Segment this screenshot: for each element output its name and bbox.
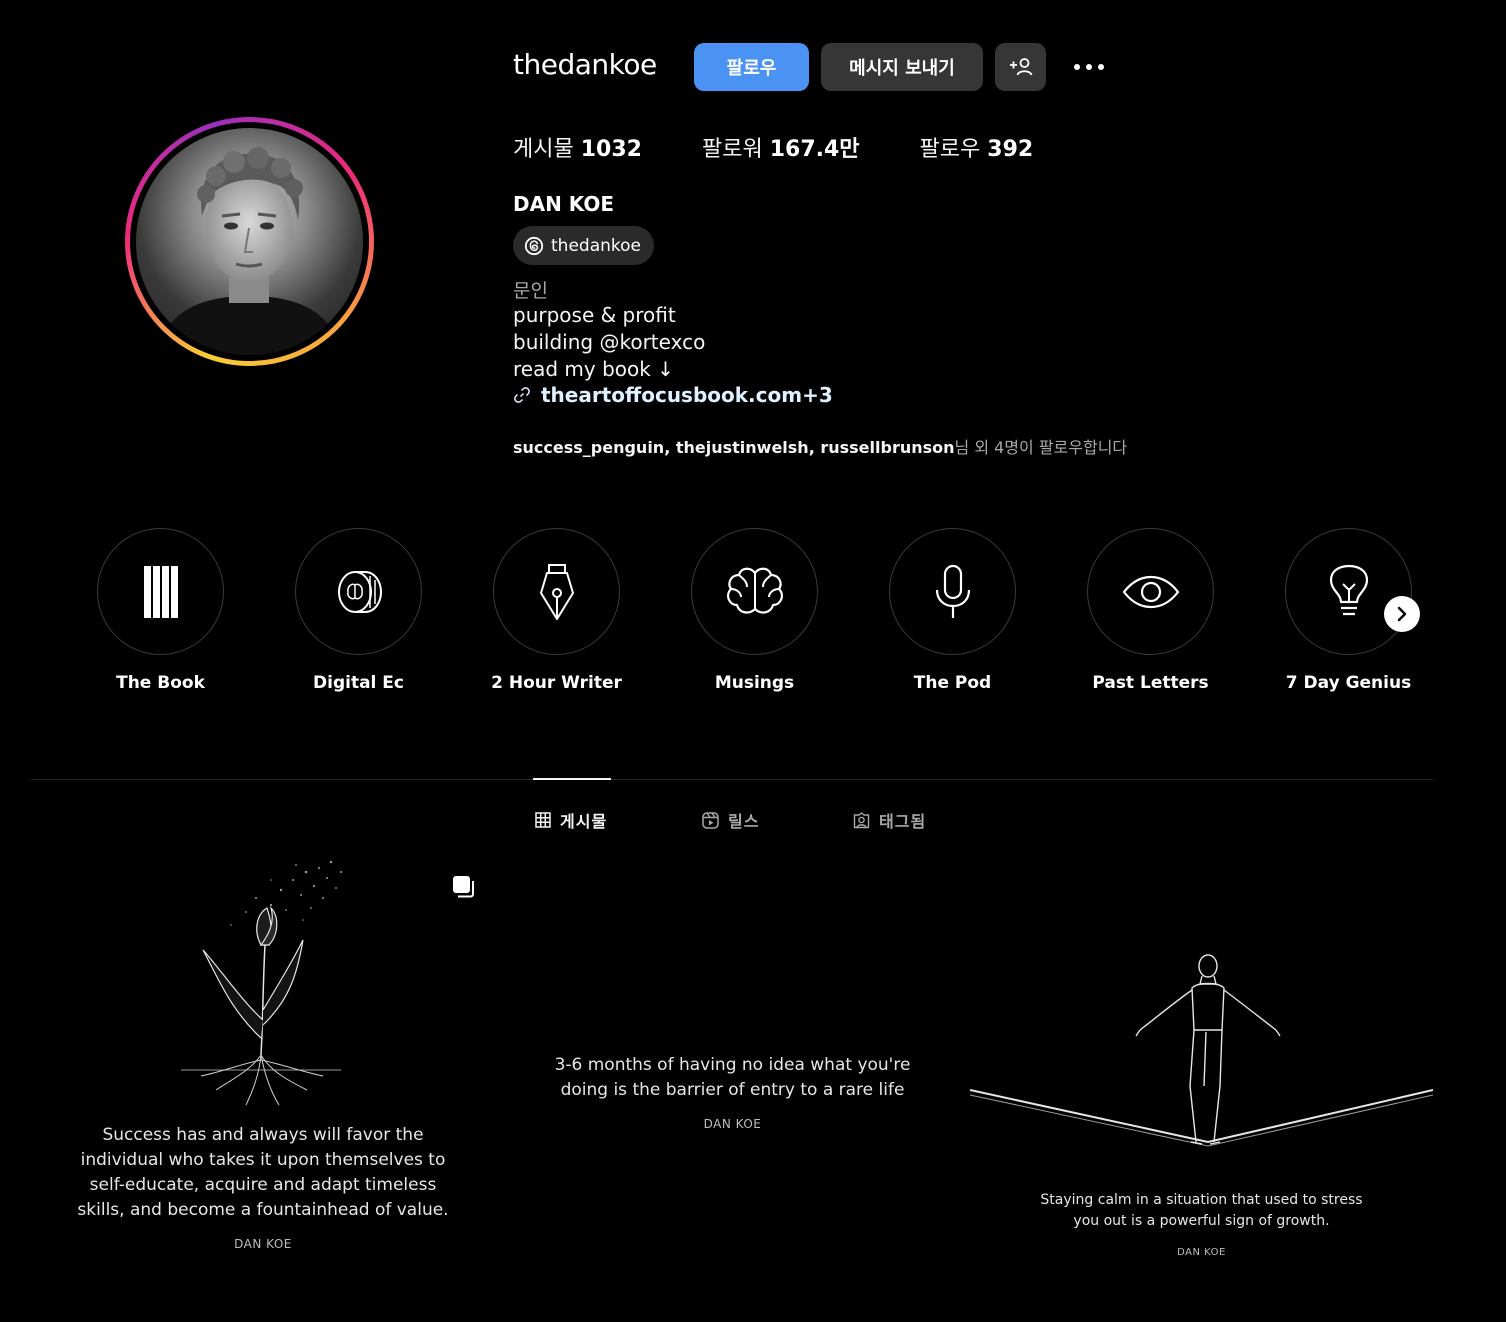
post-image-tulip: [181, 860, 342, 1106]
avatar: [136, 128, 363, 355]
bio-line: read my book ↓: [513, 357, 674, 381]
avatar-story-ring[interactable]: [125, 117, 374, 366]
microphone-icon: [935, 564, 970, 618]
bio-line: purpose & profit: [513, 303, 676, 327]
post-author: DAN KOE: [703, 1117, 762, 1131]
threads-badge[interactable]: thedankoe: [513, 226, 654, 265]
post-quote: Staying calm in a situation that used to…: [1040, 1192, 1363, 1229]
threads-icon: [524, 236, 544, 255]
threads-handle: thedankoe: [551, 235, 641, 256]
highlights-next-button[interactable]: [1384, 596, 1420, 632]
profile-username: thedankoe: [513, 48, 657, 81]
eye-icon: [1122, 575, 1179, 608]
more-options-button[interactable]: [1066, 50, 1112, 84]
active-tab-indicator: [533, 778, 611, 780]
profile-stats: 게시물 1032 팔로워 167.4만 팔로우 392: [513, 131, 1093, 163]
suggested-users-button[interactable]: [995, 43, 1046, 91]
book-bars-icon: [143, 565, 178, 618]
following-count[interactable]: 팔로우 392: [920, 131, 1034, 163]
highlight-digital-ec[interactable]: Digital Ec: [295, 528, 422, 693]
pen-nib-icon: [539, 563, 574, 620]
post-tile[interactable]: Staying calm in a situation that used to…: [970, 850, 1433, 1322]
highlight-7-day-genius[interactable]: 7 Day Genius: [1285, 528, 1412, 693]
profile-full-name: DAN KOE: [513, 192, 615, 216]
bio-external-link[interactable]: theartoffocusbook.com+3: [513, 383, 833, 407]
profile-photo: [156, 147, 343, 355]
highlight-past-letters[interactable]: Past Letters: [1087, 528, 1214, 693]
link-icon: [514, 387, 530, 403]
tab-reels[interactable]: 릴스: [702, 808, 759, 832]
post-tile[interactable]: Success has and always will favor the in…: [31, 850, 495, 1322]
posts-count: 게시물 1032: [513, 137, 642, 162]
post-author: DAN KOE: [1177, 1247, 1226, 1258]
mutual-followers-names: success_penguin, thejustinwelsh, russell…: [513, 438, 955, 457]
mutual-followers[interactable]: success_penguin, thejustinwelsh, russell…: [513, 434, 1127, 458]
bio-link-text: theartoffocusbook.com+3: [541, 383, 833, 407]
chevron-right-icon: [1397, 606, 1407, 622]
reels-icon: [702, 811, 719, 829]
highlight-musings[interactable]: Musings: [691, 528, 818, 693]
more-dots-icon: [1074, 64, 1104, 70]
carousel-icon: [453, 876, 474, 898]
brain-icon: [726, 567, 783, 614]
profile-bio: purpose & profit building @kortexco read…: [513, 302, 705, 383]
tagged-icon: [853, 811, 870, 828]
follow-button[interactable]: 팔로우: [694, 43, 809, 91]
highlight-2-hour-writer[interactable]: 2 Hour Writer: [491, 528, 622, 693]
post-quote: Success has and always will favor the in…: [77, 1125, 449, 1220]
message-button[interactable]: 메시지 보내기: [821, 43, 983, 91]
mutual-followers-suffix: 님 외 4명이 팔로우합니다: [954, 438, 1128, 457]
highlight-the-book[interactable]: The Book: [97, 528, 224, 693]
tab-tagged[interactable]: 태그됨: [853, 808, 926, 832]
bio-line: building @kortexco: [513, 330, 706, 354]
post-image-tightrope-walker: [970, 954, 1433, 1147]
highlight-the-pod[interactable]: The Pod: [889, 528, 1016, 693]
post-tile[interactable]: 3-6 months of having no idea what you're…: [500, 850, 965, 1322]
grid-icon: [535, 812, 551, 828]
post-quote: 3-6 months of having no idea what you're…: [554, 1055, 911, 1100]
followers-count[interactable]: 팔로워 167.4만: [702, 131, 860, 163]
profile-category: 문인: [513, 280, 548, 302]
post-author: DAN KOE: [234, 1237, 292, 1251]
lightbulb-icon: [1329, 564, 1368, 615]
tab-posts[interactable]: 게시물: [535, 808, 607, 832]
coin-brain-icon: [337, 570, 382, 613]
tabs-divider: [31, 779, 1433, 780]
add-user-icon: [1009, 58, 1032, 76]
